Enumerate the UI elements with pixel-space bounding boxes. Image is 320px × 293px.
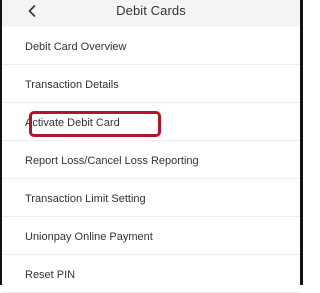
menu-item-label: Report Loss/Cancel Loss Reporting [25,155,199,167]
menu-item-unionpay-online-payment[interactable]: Unionpay Online Payment [2,217,300,255]
menu-item-label: Reset PIN [25,269,76,281]
page-title: Debit Cards [116,3,186,18]
header-bar: Debit Cards [2,0,300,27]
screen-edge-right [300,0,303,285]
menu-item-label: Debit Card Overview [25,41,127,53]
menu-item-activate-debit-card[interactable]: Activate Debit Card [2,103,300,141]
menu-item-report-loss[interactable]: Report Loss/Cancel Loss Reporting [2,141,300,179]
debit-card-menu: Debit Card Overview Transaction Details … [2,27,300,293]
menu-item-label: Transaction Details [25,79,119,91]
debit-cards-screen: Debit Cards Debit Card Overview Transact… [0,0,303,293]
menu-item-label: Transaction Limit Setting [25,193,146,205]
menu-item-transaction-limit-setting[interactable]: Transaction Limit Setting [2,179,300,217]
menu-item-debit-card-overview[interactable]: Debit Card Overview [2,27,300,65]
menu-item-reset-pin[interactable]: Reset PIN [2,255,300,293]
menu-item-transaction-details[interactable]: Transaction Details [2,65,300,103]
menu-item-label: Unionpay Online Payment [25,231,153,243]
menu-item-label: Activate Debit Card [25,117,120,129]
